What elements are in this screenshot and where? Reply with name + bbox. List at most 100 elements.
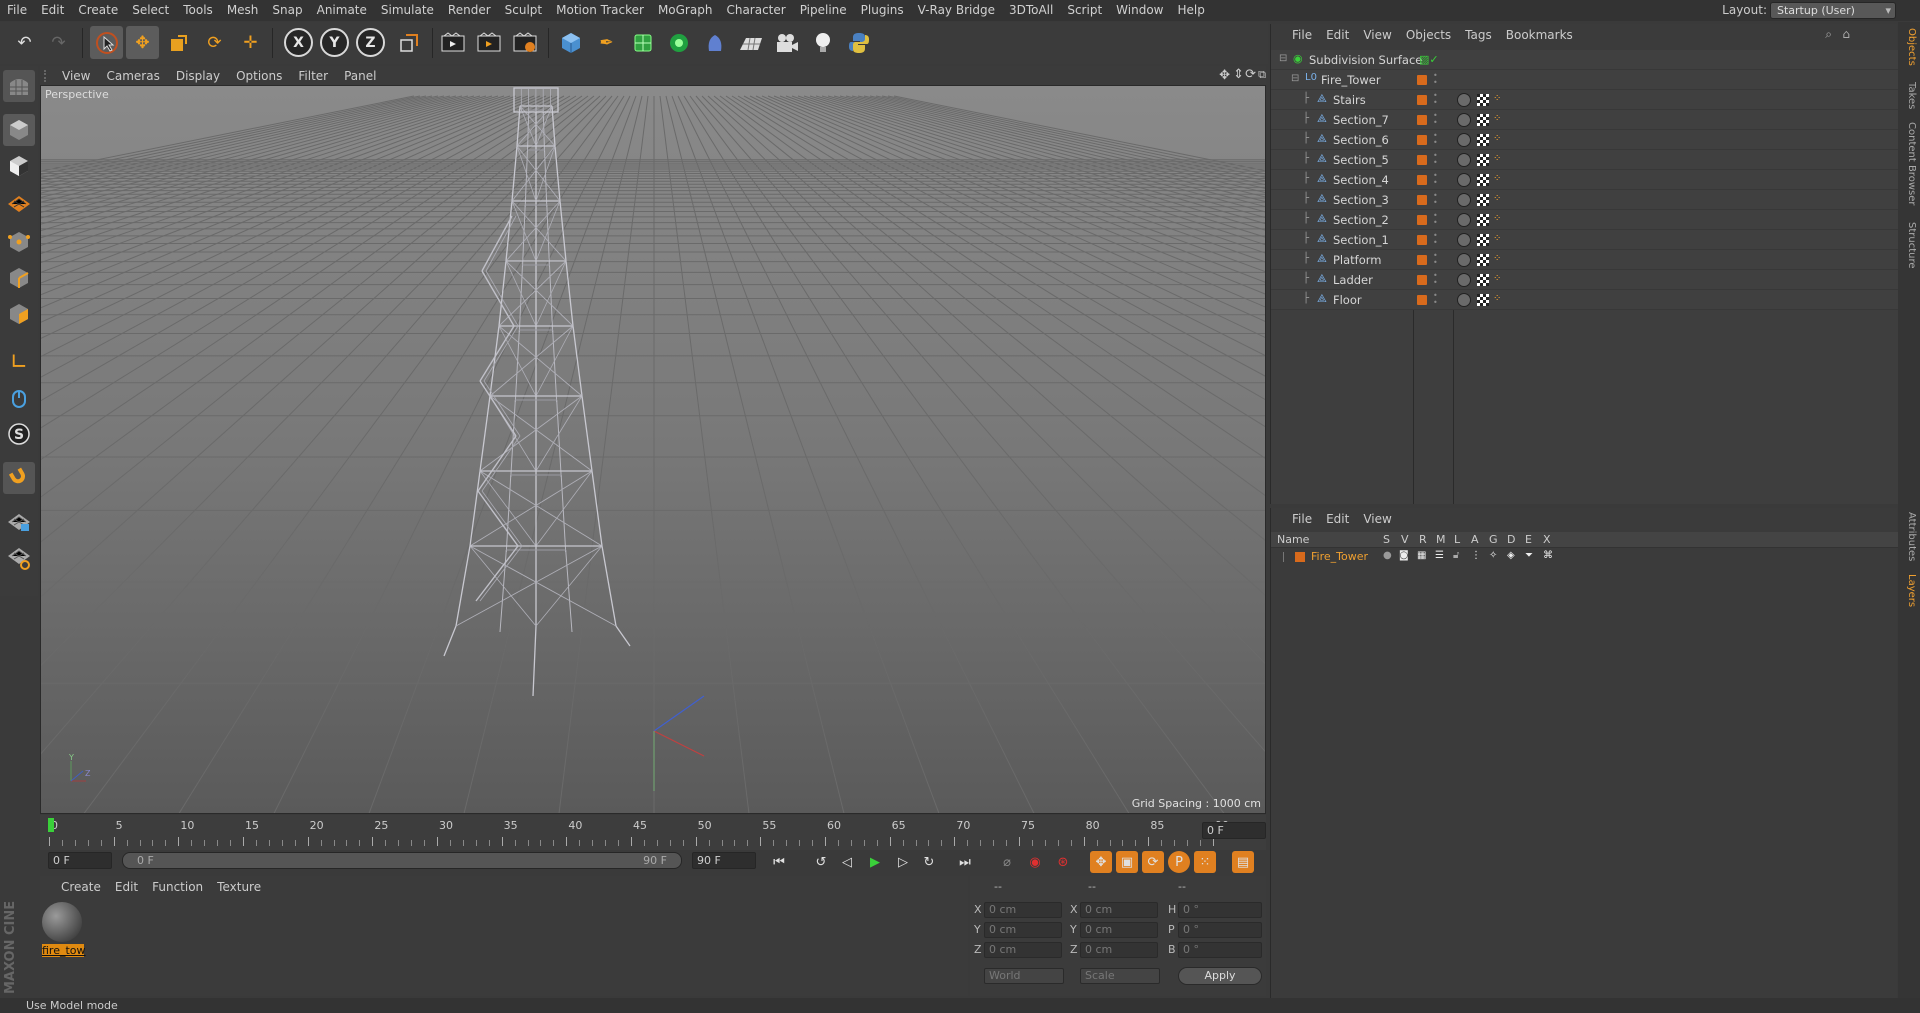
perspective-viewport[interactable]: Y Z Perspective Grid Spacing : 1000 cm bbox=[40, 85, 1266, 814]
subdivision-surface-icon[interactable] bbox=[626, 26, 659, 59]
menu-animate[interactable]: Animate bbox=[310, 0, 374, 21]
visibility-dots-icon[interactable]: • • bbox=[1433, 152, 1438, 168]
col-manager[interactable]: M bbox=[1436, 533, 1446, 546]
layer-color-swatch[interactable] bbox=[1417, 95, 1427, 105]
tab-takes[interactable]: Takes bbox=[1901, 82, 1917, 109]
rotation-b-field[interactable]: 0 ° bbox=[1178, 942, 1262, 958]
om-menu-view[interactable]: View bbox=[1356, 28, 1398, 42]
previous-key-icon[interactable]: ↺ bbox=[810, 851, 832, 873]
record-active-objects-icon[interactable]: ◉ bbox=[1024, 851, 1046, 873]
object-row[interactable]: ├ ⟁ Platform • • ⁘ bbox=[1271, 250, 1898, 270]
python-icon[interactable] bbox=[842, 26, 875, 59]
rotation-h-field[interactable]: 0 ° bbox=[1178, 902, 1262, 918]
current-frame-field[interactable]: 0 F bbox=[1202, 822, 1266, 839]
viewport-menu-panel[interactable]: Panel bbox=[336, 69, 384, 83]
uvw-tag-icon[interactable] bbox=[1477, 214, 1489, 226]
key-parameter-icon[interactable]: P bbox=[1168, 851, 1190, 873]
layer-animation-icon[interactable]: ⋮ bbox=[1471, 550, 1481, 561]
light-icon[interactable] bbox=[806, 26, 839, 59]
uvw-tag-icon[interactable] bbox=[1477, 234, 1489, 246]
col-name[interactable]: Name bbox=[1277, 533, 1309, 546]
object-name[interactable]: Floor bbox=[1333, 293, 1362, 307]
menu-script[interactable]: Script bbox=[1060, 0, 1109, 21]
model-mode-icon[interactable] bbox=[3, 114, 35, 146]
viewport-menu-cameras[interactable]: Cameras bbox=[98, 69, 167, 83]
uvw-tag-icon[interactable] bbox=[1477, 174, 1489, 186]
record-disabled-icon[interactable]: ⌀ bbox=[996, 851, 1018, 873]
object-row[interactable]: ├ ⟁ Section_4 • • ⁘ bbox=[1271, 170, 1898, 190]
position-z-field[interactable]: 0 cm bbox=[984, 942, 1062, 958]
rotate-tool-icon[interactable]: ⟳ bbox=[198, 26, 231, 59]
phong-tag-icon[interactable]: ⁘ bbox=[1493, 113, 1501, 124]
layer-color-swatch[interactable] bbox=[1295, 552, 1305, 562]
coordinate-space-dropdown[interactable]: World bbox=[984, 968, 1064, 984]
uvw-tag-icon[interactable] bbox=[1477, 274, 1489, 286]
floor-icon[interactable] bbox=[734, 26, 767, 59]
uvw-tag-icon[interactable] bbox=[1477, 294, 1489, 306]
menu-sculpt[interactable]: Sculpt bbox=[498, 0, 549, 21]
object-row[interactable]: ├ ⟁ Section_7 • • ⁘ bbox=[1271, 110, 1898, 130]
timeline-ruler[interactable]: 051015202530354045505560657075808590 0 F bbox=[40, 815, 1266, 851]
material-menu-texture[interactable]: Texture bbox=[210, 880, 268, 894]
lm-menu-edit[interactable]: Edit bbox=[1319, 512, 1356, 526]
collapse-toggle-icon[interactable]: ⊟ bbox=[1291, 73, 1299, 84]
menu-motion-tracker[interactable]: Motion Tracker bbox=[549, 0, 651, 21]
move-tool-icon[interactable]: ✥ bbox=[126, 26, 159, 59]
key-rotation-icon[interactable]: ⟳ bbox=[1142, 851, 1164, 873]
menu-create[interactable]: Create bbox=[71, 0, 125, 21]
menu-simulate[interactable]: Simulate bbox=[374, 0, 441, 21]
phong-tag-icon[interactable]: ⁘ bbox=[1493, 233, 1501, 244]
object-name[interactable]: Section_3 bbox=[1333, 193, 1389, 207]
layer-deformer-icon[interactable]: ◈ bbox=[1507, 550, 1515, 561]
workplane-lock-icon[interactable] bbox=[3, 506, 35, 538]
next-key-icon[interactable]: ↻ bbox=[918, 851, 940, 873]
col-solo[interactable]: S bbox=[1383, 533, 1390, 546]
om-menu-file[interactable]: File bbox=[1285, 28, 1319, 42]
layer-generator-icon[interactable]: ✧ bbox=[1489, 550, 1497, 561]
visibility-dots-icon[interactable]: • • bbox=[1433, 272, 1438, 288]
coordinate-system-icon[interactable] bbox=[392, 26, 425, 59]
editor-check-icon[interactable]: ▨✓ bbox=[1419, 53, 1439, 66]
autokeying-icon[interactable]: ⊛ bbox=[1052, 851, 1074, 873]
material-tag-icon[interactable] bbox=[1457, 293, 1471, 307]
object-name[interactable]: Section_5 bbox=[1333, 153, 1389, 167]
phong-tag-icon[interactable]: ⁘ bbox=[1493, 193, 1501, 204]
layer-row[interactable]: Fire_Tower ● ◙ ▦ ☰ 🔓︎ ⋮ ✧ ◈ ⏷ ⌘ bbox=[1271, 549, 1898, 565]
polygons-mode-icon[interactable] bbox=[3, 298, 35, 330]
layer-color-swatch[interactable] bbox=[1417, 115, 1427, 125]
size-y-field[interactable]: 0 cm bbox=[1080, 922, 1158, 938]
object-name[interactable]: Stairs bbox=[1333, 93, 1366, 107]
menu-file[interactable]: File bbox=[0, 0, 34, 21]
render-to-picture-viewer-icon[interactable] bbox=[472, 26, 505, 59]
cube-icon[interactable] bbox=[554, 26, 587, 59]
edges-mode-icon[interactable] bbox=[3, 262, 35, 294]
uvw-tag-icon[interactable] bbox=[1477, 254, 1489, 266]
lm-menu-view[interactable]: View bbox=[1356, 512, 1398, 526]
visibility-dots-icon[interactable]: • • bbox=[1433, 212, 1438, 228]
object-row[interactable]: ⊟ ◉ Subdivision Surface ▨✓ bbox=[1271, 50, 1898, 70]
go-to-end-icon[interactable]: ⏭ bbox=[954, 851, 976, 873]
object-row[interactable]: ├ ⟁ Stairs • • ⁘ bbox=[1271, 90, 1898, 110]
visibility-dots-icon[interactable]: • • bbox=[1433, 92, 1438, 108]
material-tag-icon[interactable] bbox=[1457, 213, 1471, 227]
menu-select[interactable]: Select bbox=[125, 0, 176, 21]
workplane-align-icon[interactable] bbox=[3, 542, 35, 574]
menu-vray-bridge[interactable]: V-Ray Bridge bbox=[911, 0, 1002, 21]
viewport-nav-move-icon[interactable]: ✥ bbox=[1219, 68, 1230, 83]
tab-attributes[interactable]: Attributes bbox=[1901, 512, 1917, 561]
uvw-tag-icon[interactable] bbox=[1477, 194, 1489, 206]
col-deformers[interactable]: D bbox=[1507, 533, 1515, 546]
visibility-dots-icon[interactable]: • • bbox=[1433, 192, 1438, 208]
panel-grip[interactable] bbox=[44, 69, 54, 82]
texture-mode-icon[interactable] bbox=[3, 150, 35, 182]
layer-manager-icon[interactable]: ☰ bbox=[1435, 550, 1444, 561]
menu-mograph[interactable]: MoGraph bbox=[651, 0, 720, 21]
layer-color-swatch[interactable] bbox=[1417, 75, 1427, 85]
tab-layers[interactable]: Layers bbox=[1901, 574, 1917, 607]
layout-dropdown[interactable]: Startup (User) bbox=[1770, 2, 1896, 19]
object-row[interactable]: ├ ⟁ Floor • • ⁘ bbox=[1271, 290, 1898, 310]
y-axis-lock-icon[interactable]: Y bbox=[320, 28, 349, 57]
layer-color-swatch[interactable] bbox=[1417, 235, 1427, 245]
mograph-cloner-icon[interactable] bbox=[662, 26, 695, 59]
viewport-menu-view[interactable]: View bbox=[54, 69, 98, 83]
